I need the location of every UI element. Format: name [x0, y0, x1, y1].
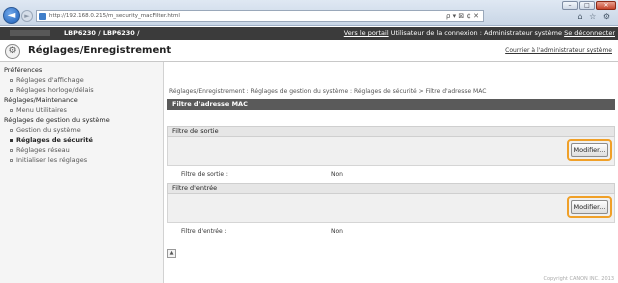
back-arrow-icon: ◄ [7, 10, 16, 21]
page-title: Réglages/Enregistrement [28, 45, 172, 56]
highlight-frame [567, 139, 612, 161]
main-content: Réglages/Enregistrement : Réglages de ge… [164, 62, 618, 283]
toolbar-icons[interactable]: ⌂ ☆ ⚙ [577, 12, 612, 21]
bullet-icon [10, 158, 13, 162]
sidebar-heading-preferences[interactable]: Préférences [0, 65, 163, 75]
sidebar-item-label: Réglages de sécurité [16, 136, 93, 144]
bullet-icon [10, 138, 13, 142]
settings-gear-icon: ⚙ [5, 44, 20, 59]
breadcrumb: Réglages/Enregistrement : Réglages de ge… [169, 88, 487, 95]
sidebar-item-label: Réglages réseau [16, 146, 70, 154]
sidebar-heading-maintenance[interactable]: Réglages/Maintenance [0, 95, 163, 105]
outbound-filter-label: Filtre de sortie : [181, 171, 228, 178]
header-bar: LBP6230 / LBP6230 / Vers le portail Util… [0, 27, 618, 40]
maximize-button[interactable]: □ [579, 1, 595, 10]
sidebar-item-utilities[interactable]: Menu Utilitaires [0, 105, 163, 115]
minimize-icon: – [568, 2, 572, 9]
inbound-filter-band: Modifier... [167, 194, 615, 223]
maximize-icon: □ [584, 2, 590, 9]
sidebar-item-label: Gestion du système [16, 126, 81, 134]
back-to-top-icon[interactable]: ▲ [167, 249, 176, 258]
highlight-frame [567, 196, 612, 218]
inbound-filter-value: Non [331, 228, 343, 235]
bullet-icon [10, 78, 13, 82]
brand-logo [10, 30, 50, 36]
printer-model: LBP6230 / LBP6230 / [64, 29, 140, 37]
sidebar-item-security[interactable]: Réglages de sécurité [0, 135, 163, 145]
outbound-filter-band: Modifier... [167, 137, 615, 166]
sidebar-item-label: Menu Utilitaires [16, 106, 67, 114]
title-bar: ⚙ Réglages/Enregistrement Courrier à l'a… [0, 40, 618, 62]
sidebar-item-label: Réglages d'affichage [16, 76, 84, 84]
login-user: Utilisateur de la connexion : Administra… [390, 29, 563, 37]
section-title: Filtre d'adresse MAC [167, 99, 615, 110]
sidebar-item-network[interactable]: Réglages réseau [0, 145, 163, 155]
minimize-button[interactable]: – [562, 1, 578, 10]
inbound-filter-label: Filtre d'entrée : [181, 228, 227, 235]
bullet-icon [10, 88, 13, 92]
sidebar-item-display[interactable]: Réglages d'affichage [0, 75, 163, 85]
sidebar-item-clock[interactable]: Réglages horloge/délais [0, 85, 163, 95]
sidebar-item-reset[interactable]: Initialiser les réglages [0, 155, 163, 165]
mail-admin-link[interactable]: Courrier à l'administrateur système [505, 47, 612, 54]
close-window-button[interactable]: ✕ [596, 1, 616, 10]
outbound-filter-value: Non [331, 171, 343, 178]
sidebar-item-system[interactable]: Gestion du système [0, 125, 163, 135]
forward-button[interactable]: ► [21, 9, 33, 22]
portal-link[interactable]: Vers le portail [344, 29, 389, 37]
nav-buttons: ◄ ► [3, 7, 33, 24]
forward-arrow-icon: ► [24, 11, 30, 20]
bullet-icon [10, 128, 13, 132]
browser-chrome: – □ ✕ ◄ ► http://192.168.0.215/m_securit… [0, 0, 618, 26]
bullet-icon [10, 108, 13, 112]
sidebar-item-label: Initialiser les réglages [16, 156, 88, 164]
address-url[interactable]: http://192.168.0.215/m_security_macFilte… [49, 13, 180, 19]
window-controls: – □ ✕ [561, 1, 616, 10]
copyright: Copyright CANON INC. 2013 [543, 276, 614, 282]
header-right: Vers le portail Utilisateur de la connex… [344, 29, 615, 37]
close-icon: ✕ [603, 2, 609, 9]
bullet-icon [10, 148, 13, 152]
favicon-icon [39, 13, 46, 20]
sidebar-heading-system-management[interactable]: Réglages de gestion du système [0, 115, 163, 125]
address-controls[interactable]: ρ ▾ ⊠ ¢ ✕ [446, 12, 479, 20]
inbound-filter-row: Filtre d'entrée : Non [167, 225, 615, 237]
logout-link[interactable]: Se déconnecter [564, 29, 615, 37]
inbound-filter-heading: Filtre d'entrée [167, 183, 615, 194]
outbound-filter-row: Filtre de sortie : Non [167, 168, 615, 180]
back-button[interactable]: ◄ [3, 7, 20, 24]
address-bar[interactable]: http://192.168.0.215/m_security_macFilte… [36, 10, 484, 22]
outbound-filter-heading: Filtre de sortie [167, 126, 615, 137]
sidebar-item-label: Réglages horloge/délais [16, 86, 94, 94]
sidebar: Préférences Réglages d'affichage Réglage… [0, 62, 164, 283]
